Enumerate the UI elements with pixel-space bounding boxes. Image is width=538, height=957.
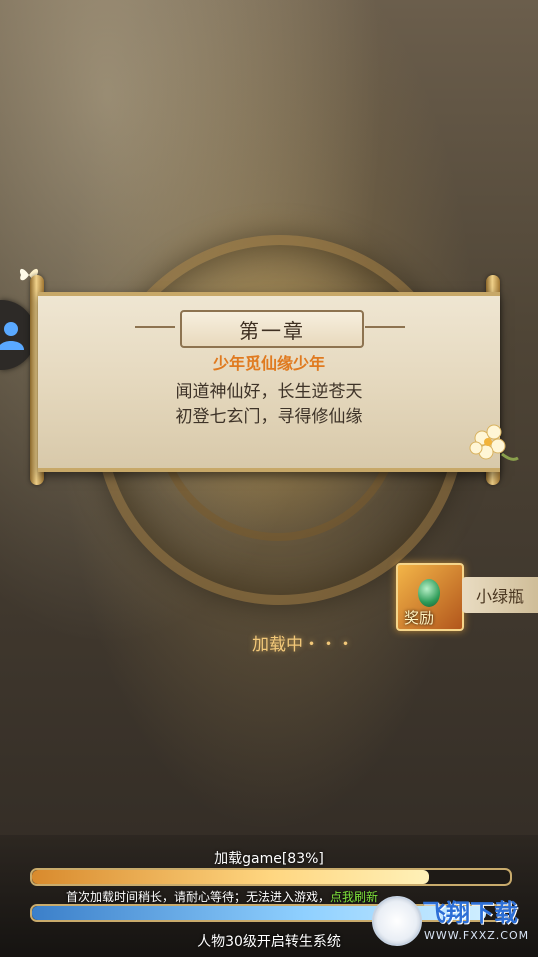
loading-text: 加载中・・・ [252,635,354,655]
flower-icon [469,424,519,461]
progress-bar [30,868,512,886]
chapter-verse-line-2: 初登七玄门，寻得修仙缘 [175,407,363,427]
reward-item-name[interactable]: 小绿瓶 [462,577,538,613]
loading-notice-text: 首次加载时间稍长，请耐心等待；无法进入游戏， [66,890,331,904]
watermark-brand: 飞翔下载 [422,899,518,927]
chapter-verse-line-1: 闻道神仙好，长生逆苍天 [175,382,363,402]
chapter-title: 第一章 [180,310,364,348]
watermark-logo-icon [372,896,422,946]
watermark: 飞翔下载 WWW.FXXZ.COM [372,893,534,949]
chapter-subtitle: 少年觅仙缘少年 [212,354,325,373]
person-icon [0,322,24,350]
title-decoration-left [135,326,175,328]
progress-label: 加载game[83%] [214,851,324,867]
loading-notice: 首次加载时间稍长，请耐心等待；无法进入游戏，点我刷新 [66,888,378,905]
refresh-link[interactable]: 点我刷新 [330,890,378,904]
reward-label: 奖励 [404,609,435,627]
title-decoration-right [365,326,405,328]
progress-bar-fill [32,870,429,884]
green-bottle-icon [418,579,440,607]
watermark-site: WWW.FXXZ.COM [424,929,530,942]
